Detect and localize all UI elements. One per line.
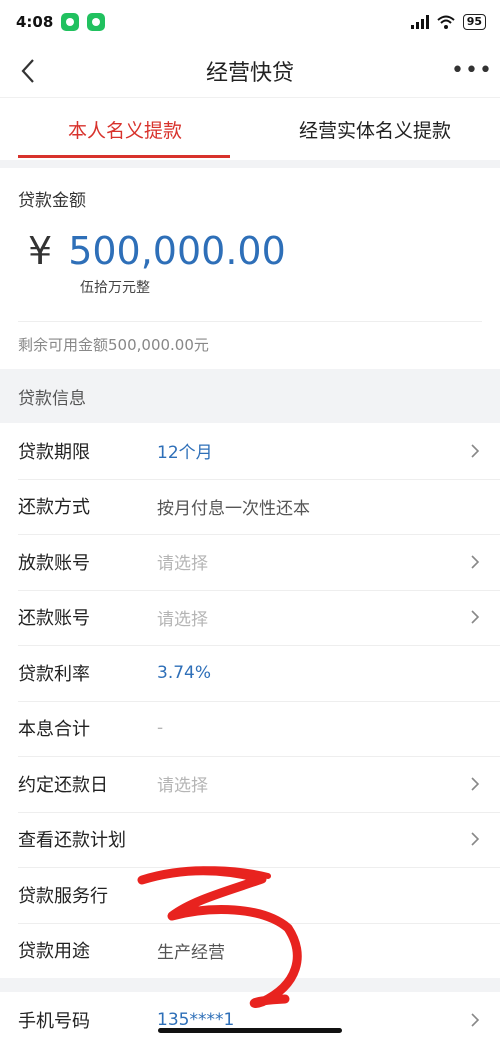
row-service-branch: 贷款服务行 [0,867,500,923]
chevron-right-icon [471,1013,480,1027]
row-label: 手机号码 [18,1010,90,1032]
row-label: 贷款利率 [18,663,90,685]
row-value: 生产经营 [157,942,225,963]
battery-icon: 95 [462,14,486,30]
chevron-right-icon [471,555,480,569]
row-value: 请选择 [157,554,208,575]
row-label: 约定还款日 [18,774,108,796]
status-bar: 4:08 95 [0,0,500,44]
more-dots-icon: ••• [451,58,493,83]
row-repayment-method: 还款方式 按月付息一次性还本 [0,478,500,535]
signal-icon [410,15,429,29]
row-label: 还款账号 [18,608,90,630]
row-value: 按月付息一次性还本 [157,498,310,519]
row-value: 请选择 [157,776,208,797]
status-time: 4:08 [16,13,54,31]
currency-symbol: ¥ [28,229,53,273]
amount-value: 500,000.00 [68,229,286,273]
loan-info-header: 贷款信息 [0,369,500,423]
amount-section: 贷款金额 ¥ 500,000.00 伍拾万元整 剩余可用金额500,000.00… [0,168,500,369]
tab-entity-drawdown[interactable]: 经营实体名义提款 [250,98,500,160]
amount-input[interactable]: ¥ 500,000.00 [18,229,482,273]
row-value: 12个月 [157,443,213,464]
row-loan-purpose: 贷款用途 生产经营 [0,922,500,979]
chevron-right-icon [471,832,480,846]
back-button[interactable] [0,44,56,98]
nav-bar: 经营快贷 ••• [0,44,500,98]
row-repayment-day[interactable]: 约定还款日 请选择 [0,756,500,812]
tab-bar: 本人名义提款 经营实体名义提款 [0,98,500,160]
more-button[interactable]: ••• [444,44,500,98]
row-disbursement-account[interactable]: 放款账号 请选择 [0,534,500,590]
row-value: - [157,718,164,739]
row-value: 3.74% [157,662,212,683]
row-label: 放款账号 [18,552,90,574]
back-arrow-icon [21,58,34,83]
row-label: 还款方式 [18,497,90,519]
section-gap [0,978,500,992]
row-label: 贷款用途 [18,941,90,963]
page-title: 经营快贷 [205,60,294,86]
row-label: 本息合计 [18,719,90,741]
amount-in-words: 伍拾万元整 [80,280,150,296]
row-phone-number[interactable]: 手机号码 135****1 [0,992,500,1041]
row-label: 查看还款计划 [18,830,126,852]
chevron-right-icon [471,610,480,624]
row-loan-term[interactable]: 贷款期限 12个月 [0,423,500,479]
row-value: 请选择 [157,609,208,630]
row-total-principal-interest: 本息合计 - [0,700,500,757]
tab-personal-drawdown[interactable]: 本人名义提款 [0,98,250,160]
row-interest-rate: 贷款利率 3.74% [0,645,500,701]
remaining-amount: 剩余可用金额500,000.00元 [18,336,209,354]
row-repayment-plan[interactable]: 查看还款计划 [0,811,500,868]
home-indicator[interactable] [158,1028,342,1033]
amount-label: 贷款金额 [18,191,86,211]
row-value: 135****1 [157,1009,235,1030]
section-gap [0,160,500,168]
row-repayment-account[interactable]: 还款账号 请选择 [0,589,500,646]
wechat-icon [61,13,80,31]
row-label: 贷款服务行 [18,885,108,907]
row-label: 贷款期限 [18,441,90,463]
wifi-icon [437,15,455,29]
loan-info-list: 贷款期限 12个月 还款方式 按月付息一次性还本 放款账号 请选择 还款账号 请… [0,423,500,978]
app-notification-icon [87,13,106,31]
chevron-right-icon [471,777,480,791]
chevron-right-icon [471,444,480,458]
